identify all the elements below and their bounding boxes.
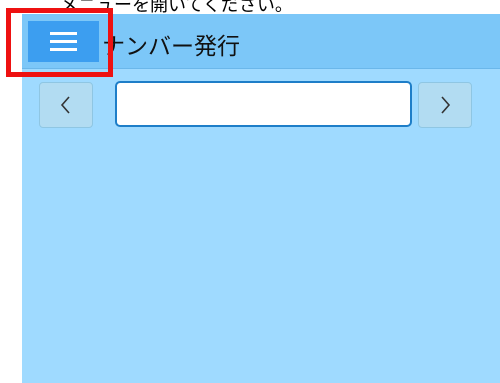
instruction-caption-text: メニューを開いてください。 bbox=[60, 0, 293, 14]
chevron-left-icon bbox=[60, 96, 70, 114]
number-input[interactable] bbox=[115, 81, 412, 127]
instruction-caption: メニューを開いてください。 bbox=[0, 0, 500, 14]
app-screen: ナンバー発行 bbox=[22, 14, 500, 383]
chevron-right-icon bbox=[441, 96, 451, 114]
page-title: ナンバー発行 bbox=[102, 34, 240, 60]
previous-button[interactable] bbox=[39, 82, 93, 128]
header-bar: ナンバー発行 bbox=[22, 14, 500, 69]
hamburger-icon bbox=[50, 32, 77, 51]
menu-button[interactable] bbox=[28, 21, 99, 62]
next-button[interactable] bbox=[418, 82, 472, 128]
